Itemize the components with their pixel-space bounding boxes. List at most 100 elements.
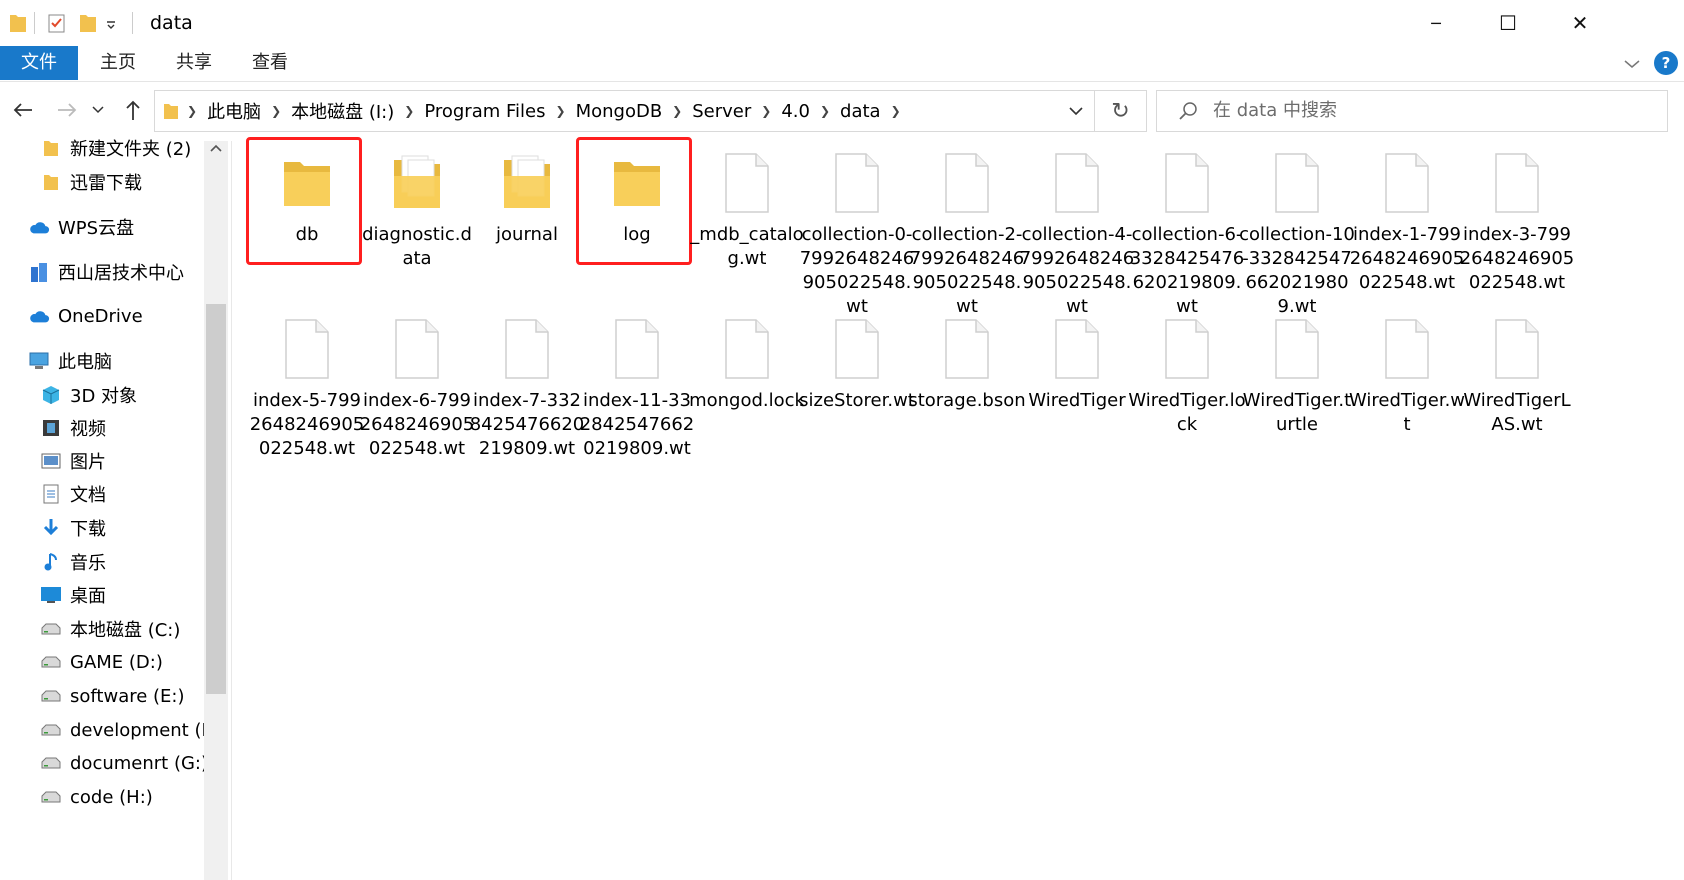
file-item[interactable]: collection-4-7992648246905022548.wt	[1018, 143, 1136, 319]
file-item[interactable]: _mdb_catalog.wt	[688, 143, 806, 271]
close-button[interactable]: ✕	[1544, 0, 1616, 46]
folder-item[interactable]: diagnostic.data	[358, 143, 476, 271]
arrow-up-icon	[126, 100, 140, 120]
folder-item[interactable]: journal	[468, 143, 586, 247]
refresh-button[interactable]: ↻	[1095, 90, 1147, 132]
address-history-button[interactable]	[1061, 91, 1091, 131]
search-placeholder: 在 data 中搜索	[1213, 100, 1337, 121]
sidebar-item[interactable]: code (H:)	[40, 780, 153, 814]
file-item[interactable]: WiredTiger.turtle	[1238, 309, 1356, 437]
chevron-up-icon[interactable]	[210, 143, 222, 153]
drive-icon	[40, 752, 62, 774]
recent-locations-button[interactable]	[88, 95, 108, 125]
file-icon	[1128, 143, 1246, 223]
sidebar-item[interactable]: 3D 对象	[40, 378, 137, 412]
tab-home[interactable]: 主页	[84, 46, 152, 80]
chevron-right-icon[interactable]: ❯	[818, 104, 832, 118]
up-button[interactable]	[118, 95, 148, 125]
sidebar-item[interactable]: 此电脑	[28, 344, 112, 378]
properties-icon[interactable]	[46, 10, 68, 36]
file-item[interactable]: WiredTiger.wt	[1348, 309, 1466, 437]
file-item[interactable]: collection-2-7992648246905022548.wt	[908, 143, 1026, 319]
file-item[interactable]: index-1-7992648246905022548.wt	[1348, 143, 1466, 295]
chevron-right-icon[interactable]: ❯	[759, 104, 773, 118]
sidebar-item-label: 此电脑	[58, 352, 112, 373]
breadcrumb-drive-i[interactable]: 本地磁盘 (I:)	[283, 98, 402, 124]
sidebar-item[interactable]: 迅雷下载	[40, 165, 142, 199]
file-item[interactable]: index-7-3328425476620219809.wt	[468, 309, 586, 461]
sidebar-item[interactable]: development (F	[40, 713, 212, 747]
search-box[interactable]: 在 data 中搜索	[1156, 90, 1668, 132]
ribbon-expand-button[interactable]	[1620, 52, 1644, 76]
tab-file[interactable]: 文件	[0, 46, 78, 80]
breadcrumb-version[interactable]: 4.0	[773, 101, 818, 122]
help-icon: ?	[1661, 53, 1671, 72]
breadcrumb-server[interactable]: Server	[684, 101, 759, 122]
minimize-button[interactable]: ─	[1400, 0, 1472, 46]
file-icon	[1348, 143, 1466, 223]
sidebar-item[interactable]: software (E:)	[40, 679, 185, 713]
chevron-right-icon[interactable]: ❯	[889, 104, 903, 118]
sidebar-item[interactable]: WPS云盘	[28, 210, 134, 244]
chevron-right-icon[interactable]: ❯	[670, 104, 684, 118]
sidebar-item[interactable]: 图片	[40, 444, 106, 478]
file-item[interactable]: storage.bson	[908, 309, 1026, 413]
file-icon	[1458, 143, 1576, 223]
file-item[interactable]: sizeStorer.wt	[798, 309, 916, 413]
ribbon-tabs: 文件 主页 共享 查看 ?	[0, 46, 1684, 82]
sidebar-item[interactable]: OneDrive	[28, 299, 143, 333]
sidebar-item[interactable]: 下载	[40, 511, 106, 545]
sidebar-item[interactable]: 音乐	[40, 545, 106, 579]
tab-view[interactable]: 查看	[236, 46, 304, 80]
file-item[interactable]: collection-10-3328425476620219809.wt	[1238, 143, 1356, 319]
arrow-right-icon	[58, 103, 77, 117]
file-name: collection-10-3328425476620219809.wt	[1239, 224, 1355, 317]
file-item[interactable]: WiredTiger.lock	[1128, 309, 1246, 437]
file-item[interactable]: index-11-3328425476620219809.wt	[578, 309, 696, 461]
chevron-down-icon	[1069, 106, 1083, 115]
breadcrumb-mongodb[interactable]: MongoDB	[568, 101, 671, 122]
forward-button[interactable]	[52, 95, 82, 125]
sidebar-item[interactable]: 本地磁盘 (C:)	[40, 612, 180, 646]
file-name: sizeStorer.wt	[799, 390, 915, 411]
new-folder-icon[interactable]	[78, 10, 98, 36]
file-item[interactable]: index-5-7992648246905022548.wt	[248, 309, 366, 461]
chevron-right-icon[interactable]: ❯	[402, 104, 416, 118]
sidebar-item[interactable]: GAME (D:)	[40, 645, 163, 679]
maximize-button[interactable]: ☐	[1472, 0, 1544, 46]
breadcrumb-this-pc[interactable]: 此电脑	[199, 98, 269, 124]
sidebar-item[interactable]: 西山居技术中心	[28, 255, 184, 289]
sidebar-item[interactable]: 新建文件夹 (2)	[40, 131, 191, 165]
navigation-bar: ❯ 此电脑 ❯ 本地磁盘 (I:) ❯ Program Files ❯ Mong…	[0, 81, 1684, 141]
back-button[interactable]	[8, 95, 38, 125]
folder-icon	[155, 101, 185, 121]
picture-icon	[40, 450, 62, 472]
breadcrumb-data[interactable]: data	[832, 101, 889, 122]
sidebar-item[interactable]: 视频	[40, 411, 106, 445]
file-item[interactable]: WiredTigerLAS.wt	[1458, 309, 1576, 437]
close-icon: ✕	[1571, 11, 1589, 35]
sidebar-item-label: 西山居技术中心	[58, 263, 184, 284]
sidebar-item[interactable]: 文档	[40, 477, 106, 511]
chevron-right-icon[interactable]: ❯	[269, 104, 283, 118]
arrow-left-icon	[13, 103, 32, 117]
sidebar-item-label: WPS云盘	[58, 218, 135, 239]
sidebar-item[interactable]: 桌面	[40, 578, 106, 612]
address-bar[interactable]: ❯ 此电脑 ❯ 本地磁盘 (I:) ❯ Program Files ❯ Mong…	[154, 90, 1095, 132]
chevron-down-icon[interactable]	[104, 10, 118, 36]
tab-share[interactable]: 共享	[160, 46, 228, 80]
breadcrumb-program-files[interactable]: Program Files	[416, 101, 553, 122]
file-item[interactable]: collection-0-7992648246905022548.wt	[798, 143, 916, 319]
sidebar-scrollbar-thumb[interactable]	[206, 304, 226, 694]
file-name: _mdb_catalog.wt	[690, 224, 804, 269]
file-item[interactable]: mongod.lock	[688, 309, 806, 413]
sidebar-item-label: 音乐	[70, 553, 106, 574]
help-button[interactable]: ?	[1654, 51, 1678, 75]
file-item[interactable]: collection-6-3328425476620219809.wt	[1128, 143, 1246, 319]
file-item[interactable]: index-6-7992648246905022548.wt	[358, 309, 476, 461]
chevron-right-icon[interactable]: ❯	[554, 104, 568, 118]
file-item[interactable]: index-3-7992648246905022548.wt	[1458, 143, 1576, 295]
download-icon	[40, 517, 62, 539]
sidebar-item[interactable]: documenrt (G:)	[40, 746, 208, 780]
file-item[interactable]: WiredTiger	[1018, 309, 1136, 413]
